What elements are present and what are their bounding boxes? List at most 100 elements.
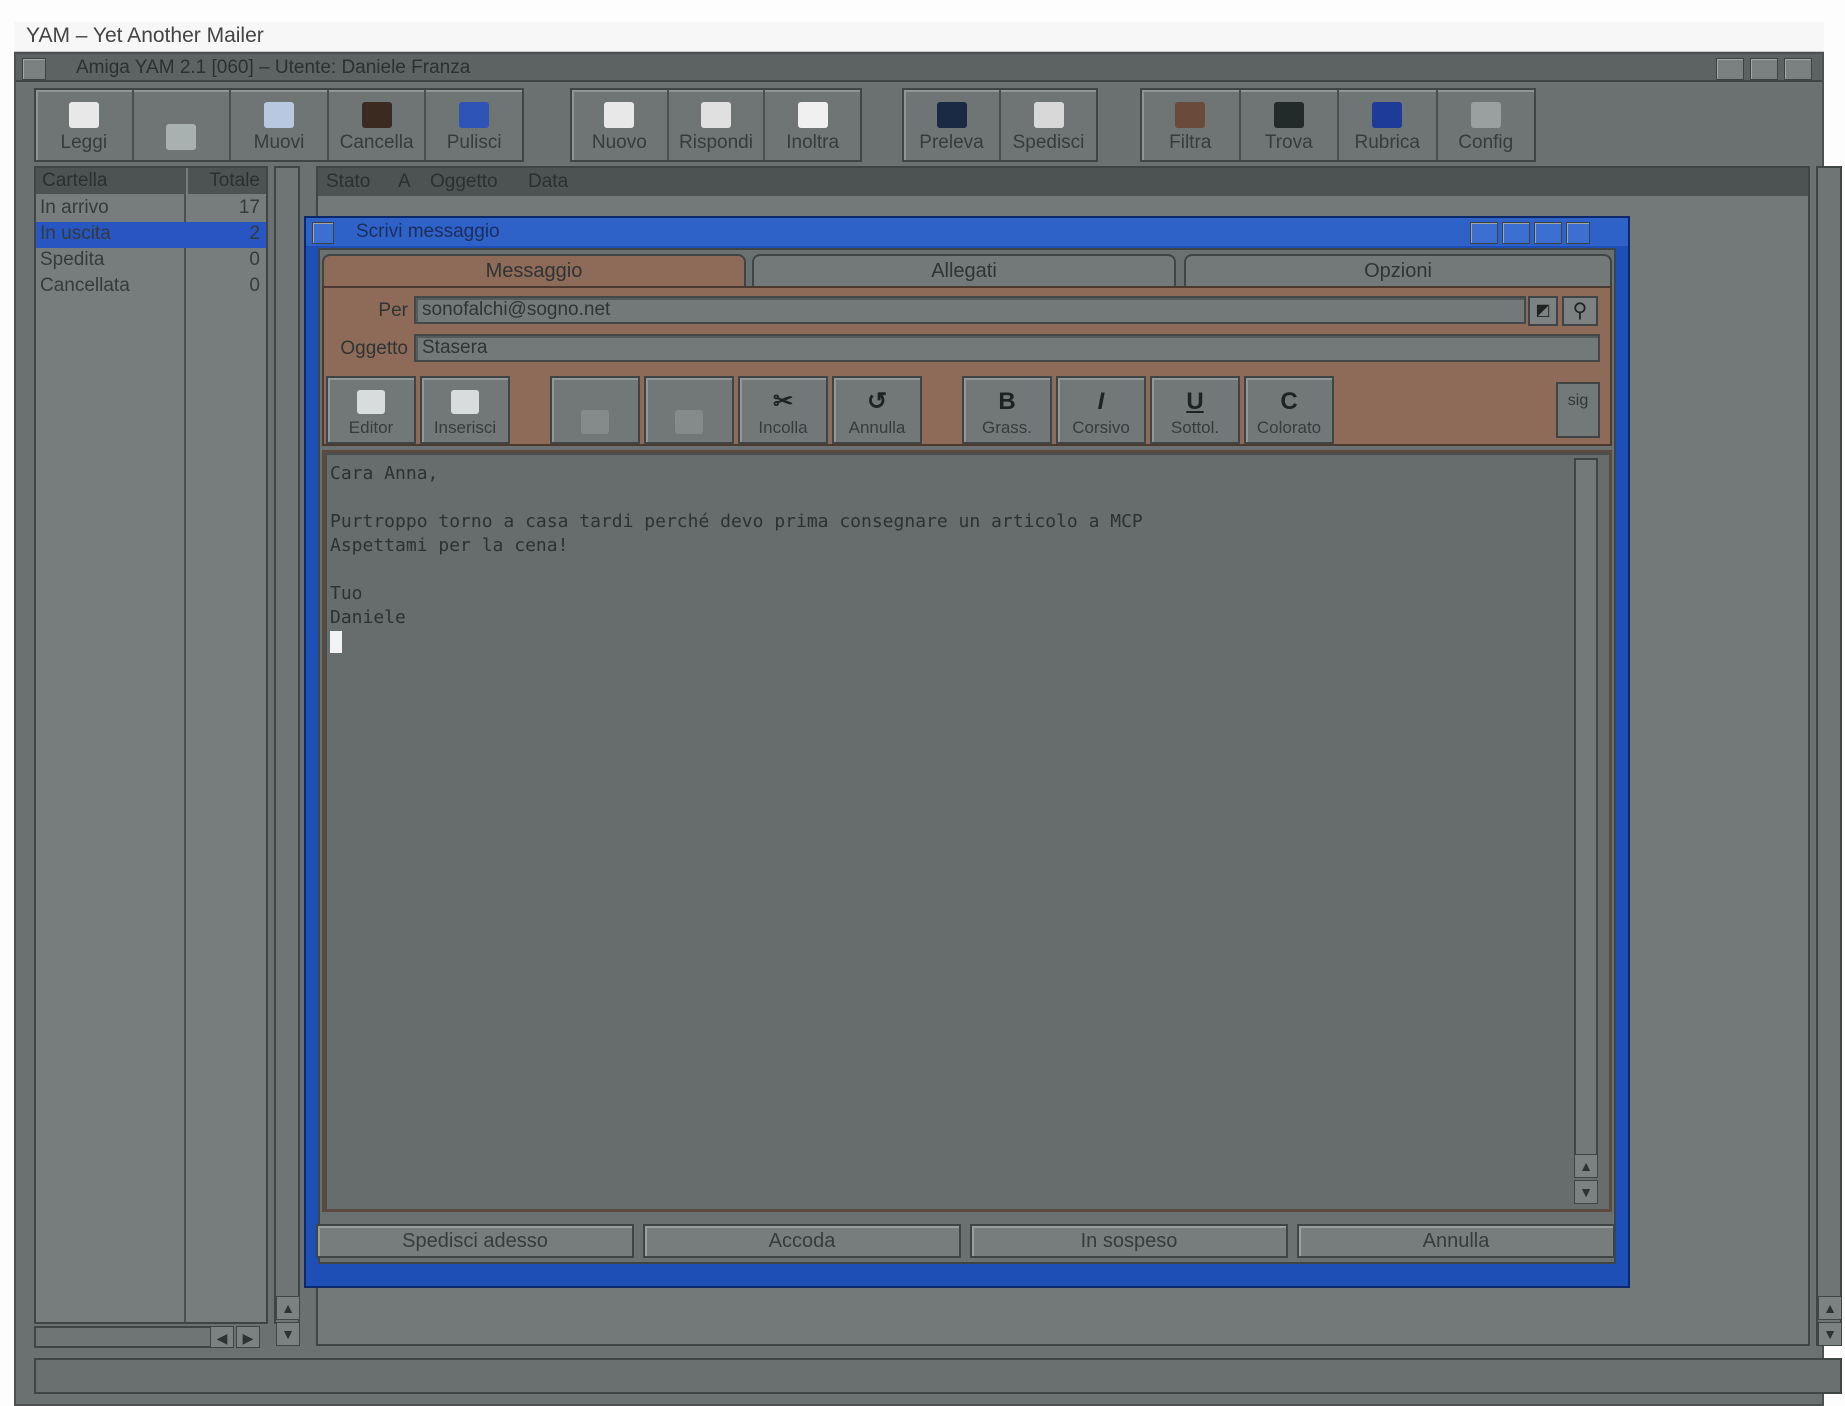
folder-scroll-down-icon[interactable]: ▼ [276, 1322, 300, 1346]
compose-depth-icon[interactable] [1534, 222, 1562, 244]
toolbar-button-muovi[interactable]: Muovi [231, 90, 329, 160]
toolbar-button-pulisci[interactable]: Pulisci [426, 90, 522, 160]
screen-title: Amiga YAM 2.1 [060] – Utente: Daniele Fr… [76, 57, 471, 78]
editor-button-copy[interactable] [644, 376, 734, 444]
toolbar-button-leggi[interactable]: Leggi [36, 90, 134, 160]
editor-button-label: Annulla [848, 418, 906, 437]
color-icon: C [1280, 388, 1298, 415]
to-label: Per [378, 300, 408, 321]
folder-h-scrollbar[interactable] [34, 1326, 234, 1348]
toolbar-button-nuovo[interactable]: Nuovo [572, 90, 669, 160]
msg-col-subject[interactable]: Oggetto [430, 171, 498, 193]
toolbar-button-preleva[interactable]: Preleva [904, 90, 1001, 160]
toolbar-button-trova[interactable]: Trova [1241, 90, 1339, 160]
status-bar [34, 1358, 1842, 1394]
msg-col-status[interactable]: Stato [326, 171, 370, 193]
compose-zoom-icon[interactable] [1470, 222, 1498, 244]
folder-scroll-left-icon[interactable]: ◀ [210, 1326, 234, 1348]
folder-item[interactable]: Cancellata 0 [36, 274, 266, 300]
editor-button-cut[interactable] [550, 376, 640, 444]
folder-item[interactable]: In arrivo 17 [36, 196, 266, 222]
toolbar-button-filtra[interactable]: Filtra [1142, 90, 1241, 160]
folder-col-total[interactable]: Totale [188, 168, 266, 194]
toolbar-button-edit[interactable] [134, 90, 232, 160]
folder-scrollbar[interactable] [274, 166, 300, 1324]
action-button-0[interactable]: Spedisci adesso [316, 1224, 634, 1258]
depth-icon[interactable] [1784, 58, 1812, 80]
folder-scroll-up-icon[interactable]: ▲ [276, 1296, 300, 1320]
editor-button-bold[interactable]: B Grass. [962, 376, 1052, 444]
msg-scroll-up-icon[interactable]: ▲ [1818, 1296, 1842, 1320]
toolbar-button-inoltra[interactable]: Inoltra [765, 90, 860, 160]
undo-icon: ↺ [866, 388, 888, 415]
addressbook-icon [1372, 102, 1403, 128]
folder-scroll-right-icon[interactable]: ▶ [236, 1326, 260, 1348]
toolbar-button-rubrica[interactable]: Rubrica [1339, 90, 1438, 160]
editor-button-label: Grass. [981, 418, 1033, 437]
toolbar-button-rispondi[interactable]: Rispondi [669, 90, 766, 160]
msg-col-date[interactable]: Data [528, 171, 568, 193]
folder-list[interactable]: Cartella Totale In arrivo 17 In uscita 2 Spe… [34, 166, 268, 1324]
toolbar-button-label: Cancella [339, 132, 414, 153]
tab-attachments[interactable]: Allegati [752, 254, 1176, 288]
toolbar-button-label: Pulisci [446, 132, 502, 153]
toolbar-button-config[interactable]: Config [1438, 90, 1535, 160]
msg-scroll-down-icon[interactable]: ▼ [1818, 1322, 1842, 1346]
search-icon[interactable]: ⚲ [1562, 296, 1598, 326]
editor-button-undo[interactable]: ↺ Annulla [832, 376, 922, 444]
compose-extra-icon[interactable] [1566, 222, 1590, 244]
toolbar-button-spedisci[interactable]: Spedisci [1001, 90, 1096, 160]
move-icon [263, 102, 294, 128]
folder-total: 0 [249, 275, 260, 296]
editor-button-editor[interactable]: Editor [326, 376, 416, 444]
folder-item[interactable]: Spedita 0 [36, 248, 266, 274]
send-icon [1033, 102, 1064, 128]
folder-item[interactable]: In uscita 2 [36, 222, 266, 248]
signature-badge[interactable]: sig [1556, 382, 1600, 438]
editor-button-insert[interactable]: Inserisci [420, 376, 510, 444]
subject-field[interactable]: Stasera [414, 334, 1600, 362]
forward-icon [797, 102, 828, 128]
compose-title-bar[interactable]: Scrivi messaggio [306, 218, 1628, 246]
editor-scroll-down-icon[interactable]: ▼ [1574, 1180, 1598, 1204]
to-field[interactable]: sonofalchi@sogno.net [414, 296, 1526, 324]
body-line [330, 558, 1560, 582]
body-line: Aspettami per la cena! [330, 535, 569, 556]
toolbar-button-label: Spedisci [1012, 132, 1085, 153]
editor-button-color[interactable]: C Colorato [1244, 376, 1334, 444]
compose-close-icon[interactable] [312, 222, 334, 244]
editor-button-underline[interactable]: U Sottol. [1150, 376, 1240, 444]
compose-iconify-icon[interactable] [1502, 222, 1530, 244]
toolbar-group: Preleva Spedisci [902, 88, 1098, 162]
paste-icon: ✂ [772, 388, 794, 415]
action-button-1[interactable]: Accoda [643, 1224, 961, 1258]
folder-total: 0 [249, 249, 260, 270]
delete-icon [361, 102, 392, 128]
editor-scroll-up-icon[interactable]: ▲ [1574, 1154, 1598, 1178]
insert-icon [451, 390, 479, 414]
toolbar-button-label: Filtra [1169, 132, 1212, 153]
action-button-2[interactable]: In sospeso [970, 1224, 1288, 1258]
iconify-icon[interactable] [1750, 58, 1778, 80]
body-line [330, 486, 1560, 510]
read-icon [68, 102, 99, 128]
address-picker-icon[interactable]: ◩ [1528, 296, 1558, 326]
msg-col-to[interactable]: A [398, 171, 411, 193]
filter-icon [1175, 102, 1206, 128]
zoom-icon[interactable] [1716, 58, 1744, 80]
message-scrollbar[interactable] [1816, 166, 1842, 1346]
editor-button-paste[interactable]: ✂ Incolla [738, 376, 828, 444]
folder-name: In arrivo [40, 197, 109, 218]
clean-icon [459, 102, 490, 128]
screen-close-icon[interactable] [22, 58, 46, 80]
tab-options[interactable]: Opzioni [1184, 254, 1612, 288]
action-button-3[interactable]: Annulla [1297, 1224, 1615, 1258]
editor-scrollbar[interactable] [1574, 458, 1598, 1158]
editor-text[interactable]: Cara Anna, Purtroppo torno a casa tardi … [330, 462, 1560, 654]
tab-message[interactable]: Messaggio [322, 254, 746, 288]
toolbar-button-cancella[interactable]: Cancella [329, 90, 427, 160]
folder-col-name[interactable]: Cartella [36, 168, 186, 194]
editor-button-italic[interactable]: I Corsivo [1056, 376, 1146, 444]
subject-label: Oggetto [340, 338, 408, 359]
folder-name: Spedita [40, 249, 105, 270]
